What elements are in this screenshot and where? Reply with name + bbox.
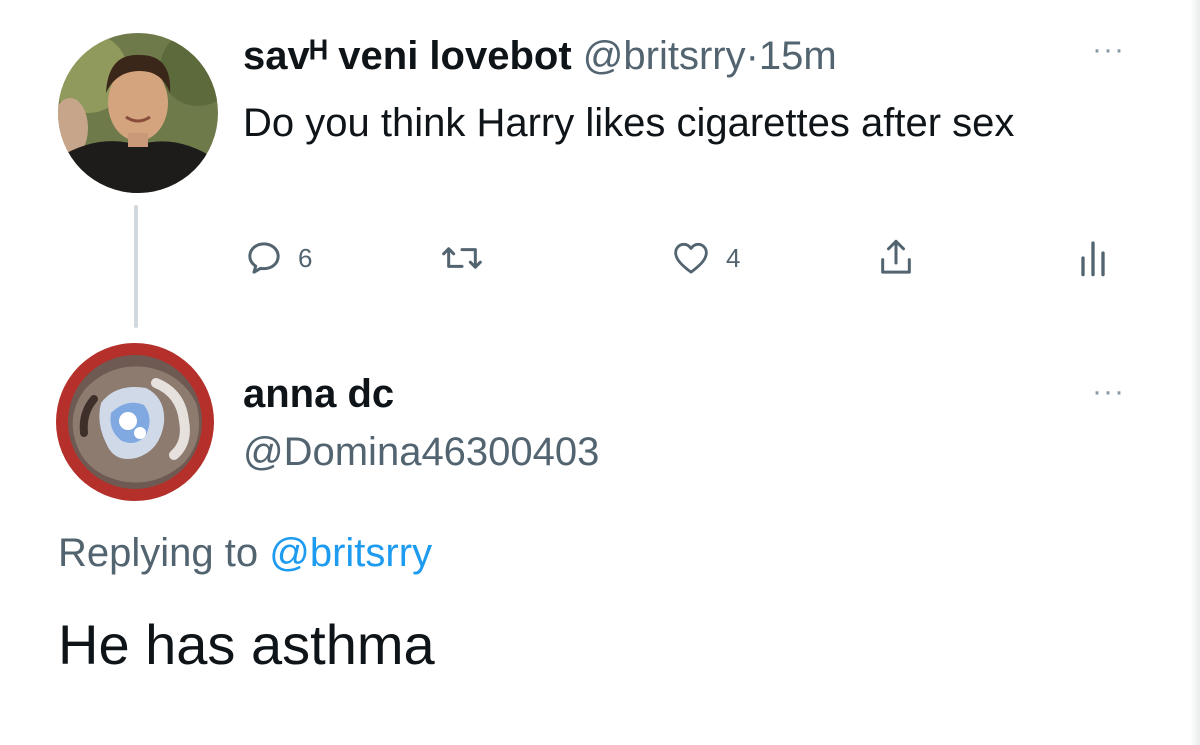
replying-to-mention-link[interactable]: @britsrry <box>269 531 432 575</box>
author-display-name[interactable]: savᴴ veni lovebot <box>243 34 572 78</box>
share-button[interactable] <box>876 233 916 283</box>
reply-more-options-icon[interactable]: ··· <box>1092 377 1125 407</box>
analytics-icon <box>1081 241 1105 277</box>
more-options-icon[interactable]: ··· <box>1092 35 1125 65</box>
tweet-timestamp[interactable]: 15m <box>759 34 837 78</box>
analytics-button[interactable] <box>1078 233 1108 283</box>
reply-author-display-name[interactable]: anna dc <box>243 370 394 418</box>
tweet-action-bar: 6 4 <box>0 233 1200 283</box>
reply-text: He has asthma <box>58 613 435 676</box>
replying-to-line: Replying to @britsrry <box>58 529 432 577</box>
separator-dot: · <box>745 34 759 78</box>
like-count: 4 <box>726 242 741 273</box>
avatar-reply[interactable] <box>56 343 214 501</box>
reply-button[interactable]: 6 <box>244 233 312 283</box>
tweet-header: savᴴ veni lovebot @britsrry·15m <box>243 32 837 80</box>
window-edge <box>1190 0 1200 745</box>
share-icon <box>881 239 911 274</box>
retweet-button[interactable] <box>440 233 484 283</box>
like-button[interactable]: 4 <box>670 233 740 283</box>
avatar-original-tweet[interactable] <box>58 33 218 193</box>
retweet-icon <box>442 247 482 269</box>
heart-icon <box>674 242 708 274</box>
reply-icon <box>248 242 280 274</box>
author-handle[interactable]: @britsrry <box>583 34 746 78</box>
tweet-text: Do you think Harry likes cigarettes afte… <box>243 101 1015 145</box>
reply-count: 6 <box>298 242 313 273</box>
reply-author-handle[interactable]: @Domina46300403 <box>243 428 599 476</box>
replying-to-label: Replying to <box>58 531 259 575</box>
